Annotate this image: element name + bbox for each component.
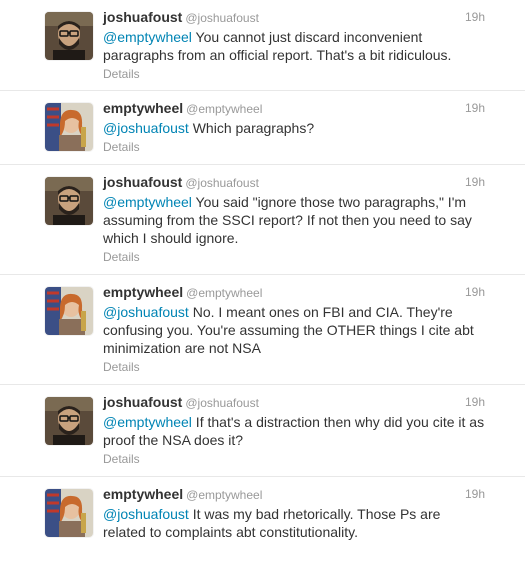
author-fullname[interactable]: emptywheel (103, 486, 183, 502)
mention-link[interactable]: @emptywheel (103, 194, 192, 210)
emptywheel-avatar-icon (45, 489, 93, 537)
tweet-text: @emptywheel If that's a distraction then… (103, 413, 485, 449)
mention-link[interactable]: @joshuafoust (103, 304, 189, 320)
author-fullname[interactable]: emptywheel (103, 284, 183, 300)
tweet-content: emptywheel @emptywheel 19h @joshuafoust W… (103, 99, 485, 154)
mention-link[interactable]: @joshuafoust (103, 120, 189, 136)
tweet-timeline: joshuafoust @joshuafoust 19h @emptywheel … (0, 0, 525, 571)
details-link[interactable]: Details (103, 140, 485, 154)
tweet-text: @emptywheel You said "ignore those two p… (103, 193, 485, 247)
tweet-content: joshuafoust @joshuafoust 19h @emptywheel … (103, 8, 485, 81)
tweet-timestamp[interactable]: 19h (465, 485, 485, 503)
tweet-header: emptywheel @emptywheel 19h (103, 283, 485, 301)
tweet-item[interactable]: emptywheel @emptywheel 19h @joshuafoust W… (0, 91, 525, 165)
tweet-content: emptywheel @emptywheel 19h @joshuafoust N… (103, 283, 485, 374)
details-link[interactable]: Details (103, 452, 485, 466)
details-link[interactable]: Details (103, 250, 485, 264)
tweet-timestamp[interactable]: 19h (465, 283, 485, 301)
tweet-text: @emptywheel You cannot just discard inco… (103, 28, 485, 64)
avatar[interactable] (45, 177, 93, 225)
tweet-timestamp[interactable]: 19h (465, 173, 485, 191)
author-fullname[interactable]: joshuafoust (103, 394, 182, 410)
author-fullname[interactable]: joshuafoust (103, 9, 182, 25)
tweet-header: joshuafoust @joshuafoust 19h (103, 8, 485, 26)
tweet-timestamp[interactable]: 19h (465, 8, 485, 26)
avatar[interactable] (45, 103, 93, 151)
tweet-text: @joshuafoust Which paragraphs? (103, 119, 485, 137)
author-fullname[interactable]: joshuafoust (103, 174, 182, 190)
author-username[interactable]: @joshuafoust (185, 11, 259, 25)
tweet-text: @joshuafoust No. I meant ones on FBI and… (103, 303, 485, 357)
tweet-content: joshuafoust @joshuafoust 19h @emptywheel … (103, 173, 485, 264)
avatar[interactable] (45, 489, 93, 537)
joshuafoust-avatar-icon (45, 177, 93, 225)
tweet-content: joshuafoust @joshuafoust 19h @emptywheel … (103, 393, 485, 466)
tweet-content: emptywheel @emptywheel 19h @joshuafoust I… (103, 485, 485, 541)
tweet-text: @joshuafoust It was my bad rhetorically.… (103, 505, 485, 541)
mention-link[interactable]: @emptywheel (103, 414, 192, 430)
tweet-header: emptywheel @emptywheel 19h (103, 485, 485, 503)
tweet-item[interactable]: emptywheel @emptywheel 19h @joshuafoust I… (0, 477, 525, 571)
tweet-item[interactable]: joshuafoust @joshuafoust 19h @emptywheel … (0, 385, 525, 477)
tweet-header: joshuafoust @joshuafoust 19h (103, 173, 485, 191)
avatar[interactable] (45, 287, 93, 335)
tweet-body: Which paragraphs? (188, 120, 315, 136)
author-username[interactable]: @emptywheel (186, 286, 262, 300)
tweet-item[interactable]: emptywheel @emptywheel 19h @joshuafoust N… (0, 275, 525, 385)
author-username[interactable]: @joshuafoust (185, 176, 259, 190)
joshuafoust-avatar-icon (45, 397, 93, 445)
tweet-header: joshuafoust @joshuafoust 19h (103, 393, 485, 411)
author-username[interactable]: @joshuafoust (185, 396, 259, 410)
avatar[interactable] (45, 12, 93, 60)
author-username[interactable]: @emptywheel (186, 102, 262, 116)
details-link[interactable]: Details (103, 67, 485, 81)
joshuafoust-avatar-icon (45, 12, 93, 60)
mention-link[interactable]: @joshuafoust (103, 506, 189, 522)
mention-link[interactable]: @emptywheel (103, 29, 192, 45)
emptywheel-avatar-icon (45, 103, 93, 151)
tweet-header: emptywheel @emptywheel 19h (103, 99, 485, 117)
details-link[interactable]: Details (103, 360, 485, 374)
avatar[interactable] (45, 397, 93, 445)
tweet-timestamp[interactable]: 19h (465, 393, 485, 411)
author-username[interactable]: @emptywheel (186, 488, 262, 502)
emptywheel-avatar-icon (45, 287, 93, 335)
tweet-item[interactable]: joshuafoust @joshuafoust 19h @emptywheel … (0, 165, 525, 275)
tweet-item[interactable]: joshuafoust @joshuafoust 19h @emptywheel … (0, 0, 525, 91)
author-fullname[interactable]: emptywheel (103, 100, 183, 116)
tweet-timestamp[interactable]: 19h (465, 99, 485, 117)
